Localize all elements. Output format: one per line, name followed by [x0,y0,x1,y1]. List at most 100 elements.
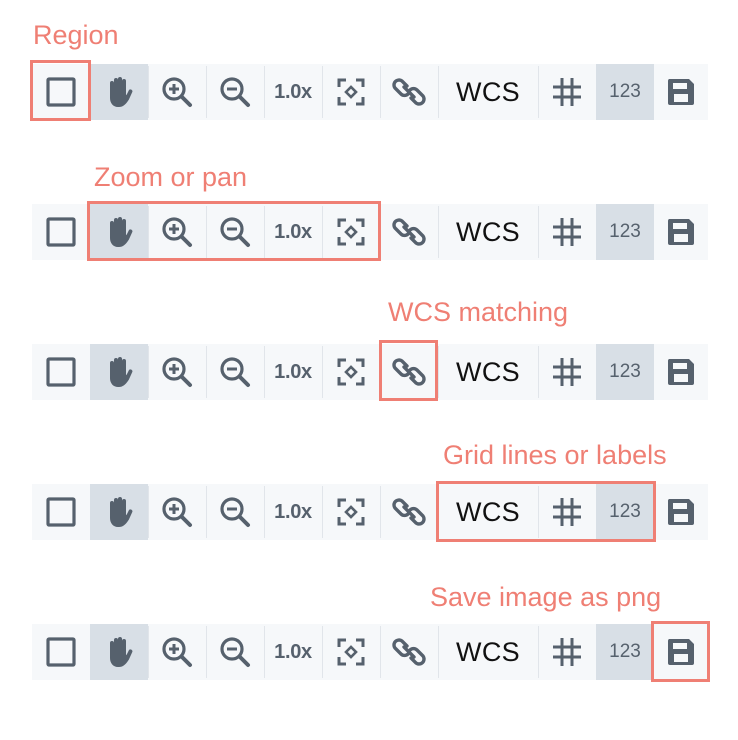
region-button[interactable] [32,204,90,260]
zoom-reset-label: 1.0x [274,360,312,383]
save-button[interactable] [654,204,708,260]
grid-labels-button[interactable]: 123 [596,484,654,540]
grid-labels-button[interactable]: 123 [596,624,654,680]
coord-system-button[interactable]: WCS [438,64,538,120]
zoom-fit-button[interactable] [322,64,380,120]
zoom-out-button[interactable] [206,624,264,680]
save-button[interactable] [654,484,708,540]
zoom-reset-button[interactable]: 1.0x [264,204,322,260]
zoom-out-icon [220,357,250,387]
zoom-in-button[interactable] [148,204,206,260]
link-icon [392,498,426,526]
caption-save: Save image as png [430,582,662,612]
region-button[interactable] [32,344,90,400]
zoom-in-button[interactable] [148,484,206,540]
coord-system-label: WCS [456,496,520,527]
wcs-match-button[interactable] [380,344,438,400]
hand-icon [110,217,133,247]
pan-button[interactable] [90,64,148,120]
coord-system-button[interactable]: WCS [438,344,538,400]
save-icon [667,499,694,525]
fit-frame-icon [337,498,365,526]
zoom-out-button[interactable] [206,204,264,260]
zoom-fit-button[interactable] [322,624,380,680]
zoom-fit-button[interactable] [322,204,380,260]
zoom-fit-button[interactable] [322,484,380,540]
grid-lines-button[interactable] [538,344,596,400]
zoom-in-icon [162,637,192,667]
coord-system-button[interactable]: WCS [438,484,538,540]
pan-button[interactable] [90,204,148,260]
wcs-match-button[interactable] [380,484,438,540]
zoom-in-icon [162,497,192,527]
grid-labels-label: 123 [609,641,641,662]
square-icon [46,497,76,527]
zoom-in-button[interactable] [148,64,206,120]
grid-labels-button[interactable]: 123 [596,204,654,260]
grid-lines-button[interactable] [538,484,596,540]
caption-grid: Grid lines or labels [443,440,667,470]
image-toolbar: 1.0x WCS 123 [32,64,708,120]
hand-icon [110,637,133,667]
grid-lines-button[interactable] [538,204,596,260]
link-icon [392,638,426,666]
grid-labels-label: 123 [609,501,641,522]
zoom-out-icon [220,217,250,247]
fit-frame-icon [337,78,365,106]
fit-frame-icon [337,218,365,246]
grid-icon [553,78,581,106]
square-icon [46,637,76,667]
save-icon [667,79,694,105]
region-button[interactable] [32,64,90,120]
link-icon [392,218,426,246]
image-toolbar: 1.0x WCS 123 [32,624,708,680]
region-button[interactable] [32,624,90,680]
zoom-reset-label: 1.0x [274,500,312,523]
zoom-reset-button[interactable]: 1.0x [264,624,322,680]
hand-icon [110,357,133,387]
zoom-reset-button[interactable]: 1.0x [264,64,322,120]
wcs-match-button[interactable] [380,204,438,260]
zoom-out-button[interactable] [206,64,264,120]
grid-lines-button[interactable] [538,624,596,680]
fit-frame-icon [337,638,365,666]
zoom-in-icon [162,77,192,107]
zoom-reset-button[interactable]: 1.0x [264,344,322,400]
grid-labels-button[interactable]: 123 [596,64,654,120]
coord-system-label: WCS [456,636,520,667]
zoom-out-icon [220,637,250,667]
grid-labels-label: 123 [609,361,641,382]
region-button[interactable] [32,484,90,540]
save-button[interactable] [654,624,708,680]
grid-icon [553,218,581,246]
pan-button[interactable] [90,484,148,540]
caption-zoom-pan: Zoom or pan [94,162,248,192]
zoom-reset-label: 1.0x [274,220,312,243]
wcs-match-button[interactable] [380,624,438,680]
caption-wcs-matching: WCS matching [388,297,569,327]
pan-button[interactable] [90,624,148,680]
zoom-out-button[interactable] [206,344,264,400]
pan-button[interactable] [90,344,148,400]
wcs-match-button[interactable] [380,64,438,120]
save-button[interactable] [654,344,708,400]
hand-icon [110,77,133,107]
square-icon [46,77,76,107]
save-icon [667,359,694,385]
zoom-fit-button[interactable] [322,344,380,400]
coord-system-label: WCS [456,216,520,247]
coord-system-label: WCS [456,356,520,387]
coord-system-button[interactable]: WCS [438,624,538,680]
caption-region: Region [33,20,119,50]
zoom-out-button[interactable] [206,484,264,540]
save-button[interactable] [654,64,708,120]
hand-icon [110,497,133,527]
coord-system-button[interactable]: WCS [438,204,538,260]
grid-lines-button[interactable] [538,64,596,120]
zoom-in-button[interactable] [148,624,206,680]
grid-labels-button[interactable]: 123 [596,344,654,400]
zoom-reset-label: 1.0x [274,640,312,663]
zoom-in-icon [162,217,192,247]
zoom-in-button[interactable] [148,344,206,400]
zoom-reset-button[interactable]: 1.0x [264,484,322,540]
